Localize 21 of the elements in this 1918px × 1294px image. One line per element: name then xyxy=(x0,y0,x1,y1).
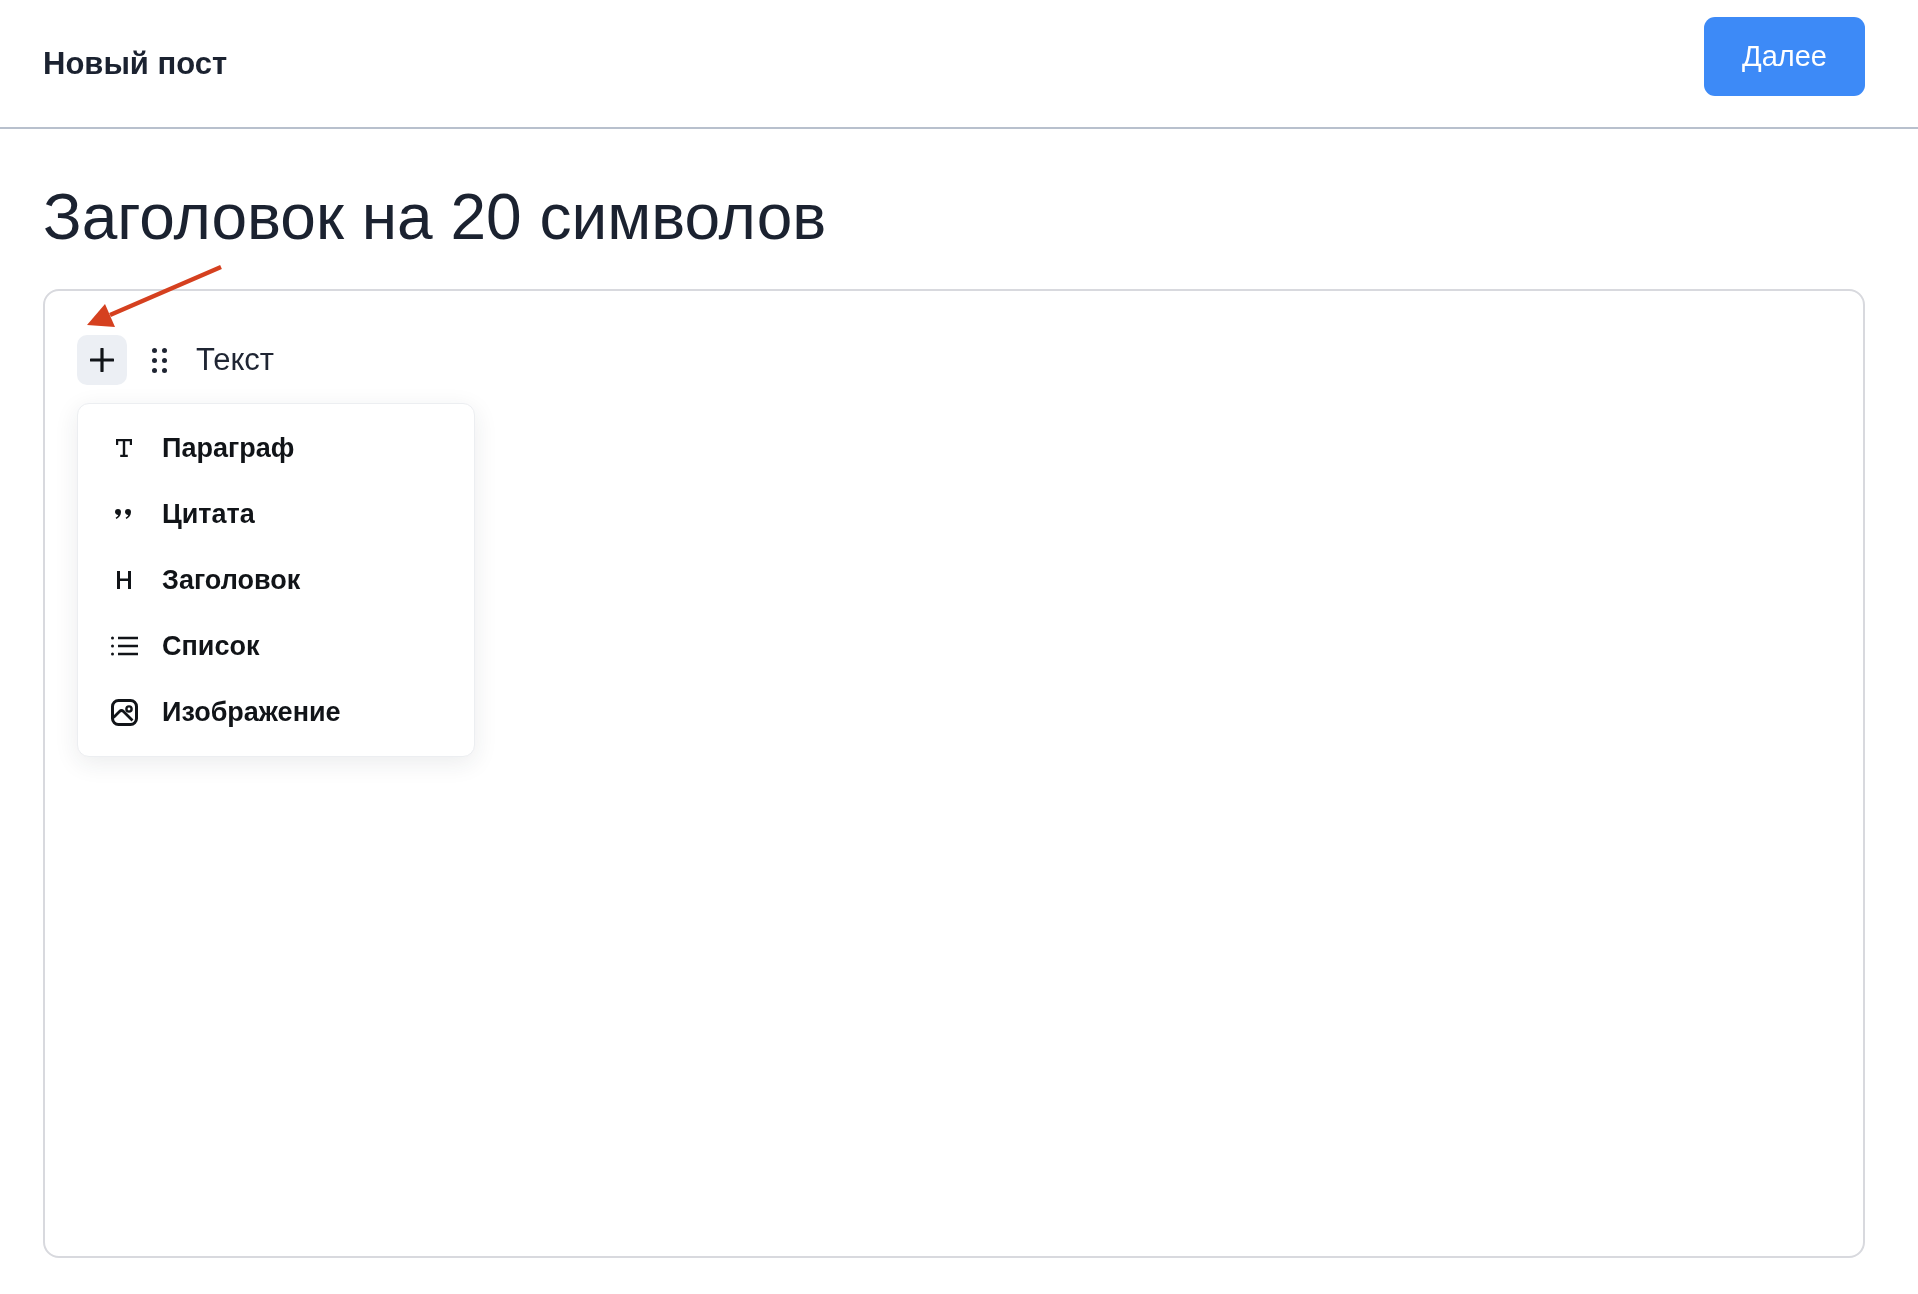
menu-item[interactable]: Изображение xyxy=(78,679,474,745)
plus-icon xyxy=(90,348,114,372)
menu-item-label: Список xyxy=(162,630,260,662)
drag-handle-icon[interactable] xyxy=(152,347,167,373)
menu-item[interactable]: Цитата xyxy=(78,481,474,547)
menu-item-label: Заголовок xyxy=(162,564,301,596)
page-title: Новый пост xyxy=(43,45,228,82)
add-block-button[interactable] xyxy=(77,335,127,385)
image-icon xyxy=(110,698,138,726)
menu-item[interactable]: Список xyxy=(78,613,474,679)
menu-item-label: Изображение xyxy=(162,696,341,728)
menu-item[interactable]: Параграф xyxy=(78,415,474,481)
menu-item-label: Цитата xyxy=(162,498,255,530)
menu-item-label: Параграф xyxy=(162,432,295,464)
post-title[interactable]: Заголовок на 20 символов xyxy=(43,175,1865,259)
paragraph-icon xyxy=(116,439,132,457)
list-icon xyxy=(110,636,138,656)
menu-item[interactable]: Заголовок xyxy=(78,547,474,613)
heading-icon xyxy=(117,571,131,589)
quote-icon xyxy=(115,509,133,519)
text-block[interactable]: Текст xyxy=(196,342,275,378)
